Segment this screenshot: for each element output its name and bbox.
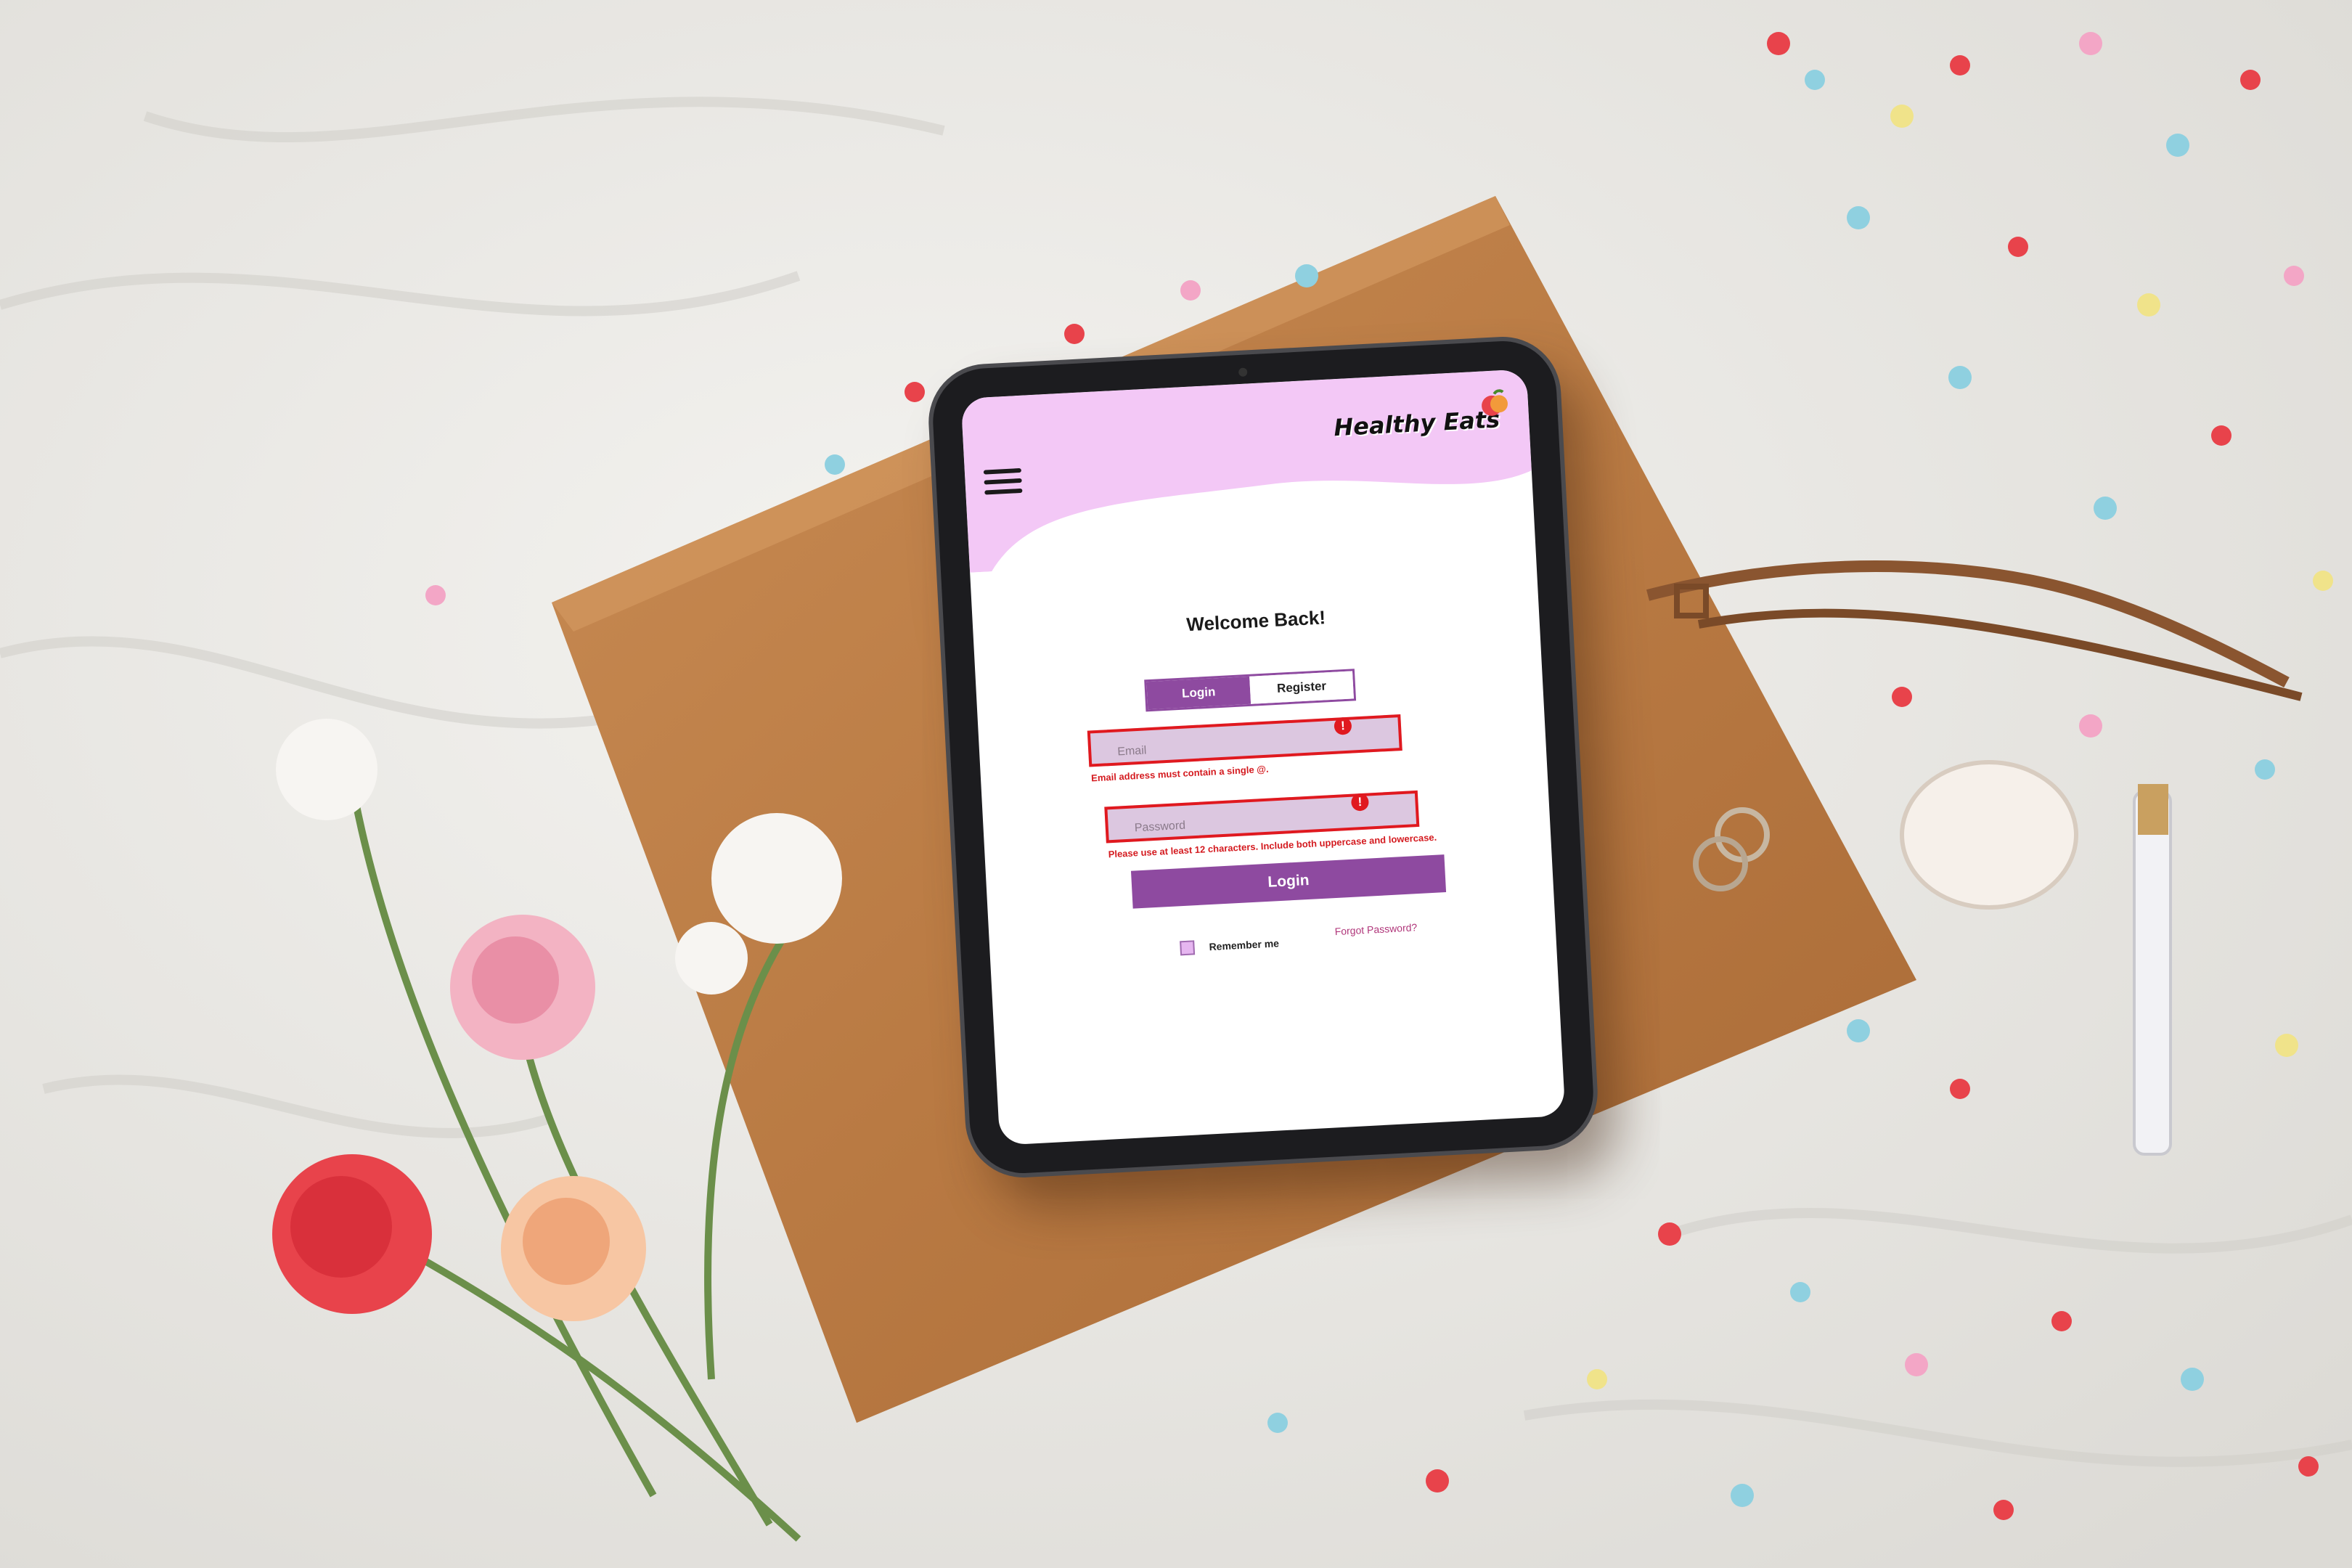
app-screen: Healthy Eats Welcome Back! Login Registe…: [960, 369, 1566, 1146]
tab-login[interactable]: Login: [1146, 676, 1251, 710]
remember-me-checkbox[interactable]: [1180, 940, 1196, 956]
welcome-heading: Welcome Back!: [1185, 606, 1326, 636]
email-input[interactable]: [1090, 717, 1400, 764]
fruit-logo-icon: [1482, 389, 1508, 416]
header-wave: [960, 369, 1532, 573]
remember-me-row: Remember me: [1180, 936, 1280, 956]
tablet-device: Healthy Eats Welcome Back! Login Registe…: [930, 338, 1596, 1176]
remember-me-label: Remember me: [1209, 937, 1280, 953]
auth-tabs: Login Register: [1144, 669, 1357, 712]
email-field: !: [1087, 714, 1402, 767]
forgot-password-link[interactable]: Forgot Password?: [1334, 921, 1417, 937]
email-error-message: Email address must contain a single @.: [1090, 763, 1269, 784]
front-camera: [1238, 367, 1248, 377]
login-submit-button[interactable]: Login: [1130, 854, 1447, 909]
password-input[interactable]: [1107, 793, 1417, 841]
tab-register[interactable]: Register: [1249, 671, 1354, 704]
hamburger-menu-icon[interactable]: [980, 462, 1026, 505]
